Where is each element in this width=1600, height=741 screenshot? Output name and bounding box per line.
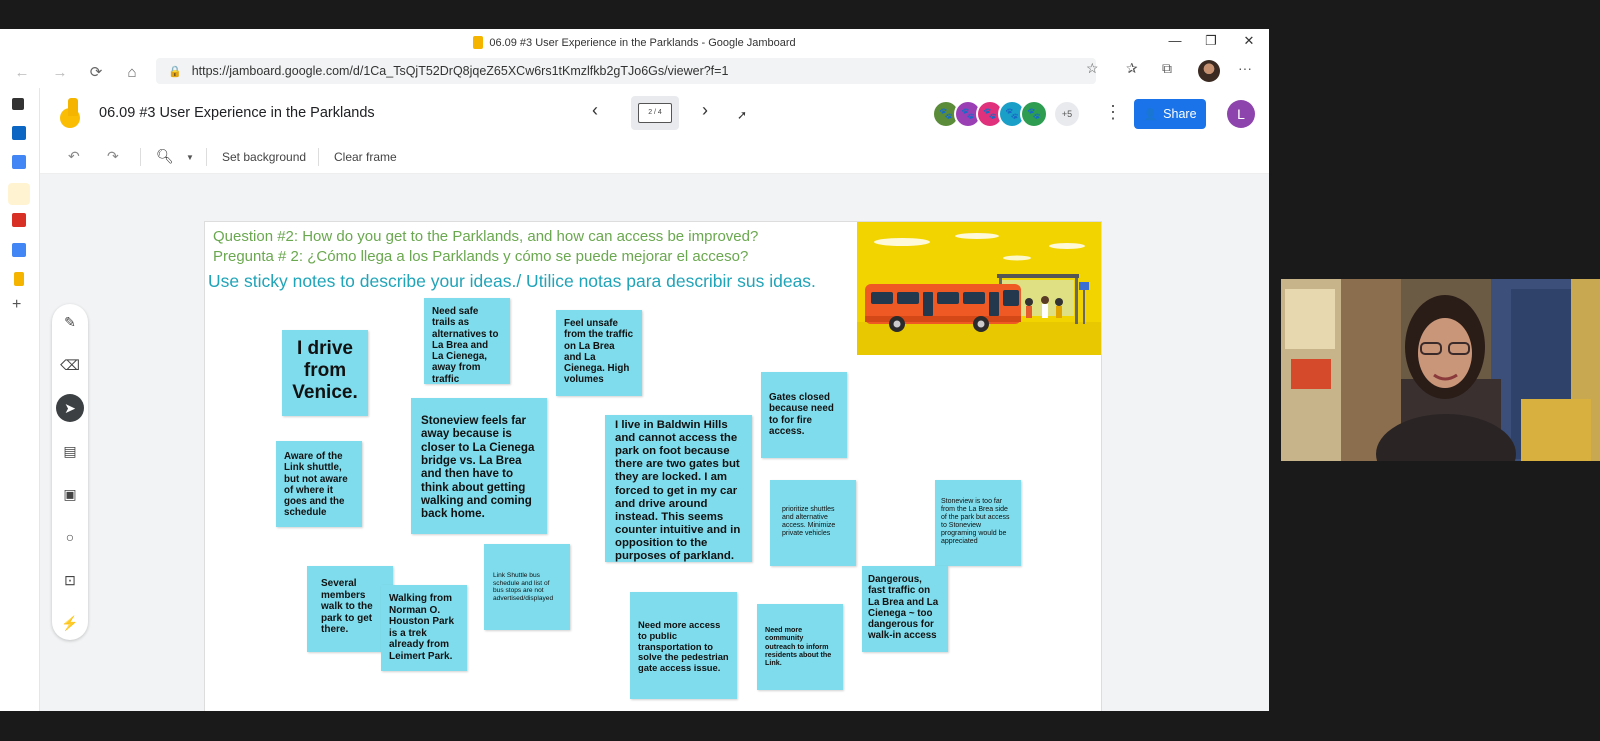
- sidebar-item-docs2-icon[interactable]: [12, 243, 26, 257]
- instruction-text: Use sticky notes to describe your ideas.…: [208, 271, 816, 291]
- frame-indicator: 2 / 4: [638, 103, 672, 123]
- more-collaborators-badge[interactable]: +5: [1055, 102, 1079, 126]
- image-tool-icon[interactable]: ▣: [56, 480, 84, 508]
- sidebar-item-outlook-icon[interactable]: [12, 126, 26, 140]
- shape-circle-tool-icon[interactable]: ○: [56, 523, 84, 551]
- back-button[interactable]: ←: [4, 64, 40, 81]
- sidebar-app-strip: +: [0, 88, 40, 711]
- settings-more-icon[interactable]: ···: [1238, 60, 1252, 76]
- reload-button[interactable]: ⟳: [78, 63, 114, 81]
- pen-tool-icon[interactable]: ✎: [56, 308, 84, 336]
- collections-icon[interactable]: ⧉: [1162, 60, 1172, 77]
- minimize-button[interactable]: —: [1160, 33, 1190, 48]
- sidebar-item-jamboard-icon[interactable]: [8, 183, 30, 205]
- favorite-star-icon[interactable]: ☆: [1086, 60, 1099, 77]
- user-avatar[interactable]: L: [1227, 100, 1255, 128]
- bus-stop-illustration: [857, 222, 1101, 355]
- share-button-label: Share: [1163, 107, 1197, 121]
- sticky-note[interactable]: I live in Baldwin Hills and cannot acces…: [605, 415, 752, 562]
- address-bar-row: ← → ⟳ ⌂ 🔒 https://jamboard.google.com/d/…: [0, 56, 1269, 88]
- sidebar-add-icon[interactable]: +: [12, 296, 21, 314]
- sidebar-item-docs-icon[interactable]: [12, 155, 26, 169]
- question-spanish: Pregunta # 2: ¿Cómo llega a los Parkland…: [213, 248, 749, 265]
- sticky-note[interactable]: Need more community outreach to inform r…: [757, 604, 843, 690]
- share-button[interactable]: 👤 Share: [1134, 99, 1206, 129]
- close-window-button[interactable]: ✕: [1234, 33, 1264, 49]
- question-english: Question #2: How do you get to the Parkl…: [213, 228, 759, 245]
- previous-frame-chevron-left-icon[interactable]: ‹: [592, 100, 598, 121]
- text-box-tool-icon[interactable]: ⊡: [56, 566, 84, 594]
- laser-tool-icon[interactable]: ⚡: [56, 609, 84, 637]
- browser-profile-avatar[interactable]: [1198, 60, 1220, 82]
- participant-video-tile: [1281, 279, 1600, 461]
- jamboard-favicon-icon: [473, 36, 484, 49]
- sticky-note[interactable]: I drive from Venice.: [282, 330, 368, 416]
- home-button[interactable]: ⌂: [114, 64, 150, 81]
- set-background-button[interactable]: Set background: [222, 150, 306, 164]
- jamboard-toolbar: ↶ ↷ 🔍︎ ▼ Set background Clear frame: [40, 140, 1269, 174]
- toolbar-divider: [140, 148, 141, 166]
- sidebar-item-news-icon[interactable]: [12, 98, 24, 110]
- jamboard-logo-icon[interactable]: [60, 98, 80, 128]
- sticky-note-tool-icon[interactable]: ▤: [56, 437, 84, 465]
- sticky-note[interactable]: Gates closed because need to for fire ac…: [761, 372, 847, 458]
- canvas-area: ✎ ⌫ ➤ ▤ ▣ ○ ⊡ ⚡ Question #2: How do you …: [40, 174, 1269, 711]
- url-field[interactable]: 🔒 https://jamboard.google.com/d/1Ca_TsQj…: [156, 58, 1096, 84]
- person-add-icon: 👤: [1143, 108, 1158, 121]
- undo-icon[interactable]: ↶: [68, 148, 80, 165]
- sticky-note[interactable]: Link Shuttle bus schedule and list of bu…: [484, 544, 570, 630]
- url-text: https://jamboard.google.com/d/1Ca_TsQjT5…: [191, 64, 729, 78]
- sidebar-item-jamboard2-icon[interactable]: [14, 272, 24, 286]
- collaborator-avatar[interactable]: 🐾: [1020, 100, 1048, 128]
- favorites-icon[interactable]: ✰: [1126, 60, 1138, 77]
- window-title: 06.09 #3 User Experience in the Parkland…: [489, 36, 796, 49]
- zoom-dropdown-chevron-down-icon[interactable]: ▼: [186, 153, 194, 162]
- zoom-magnifier-icon[interactable]: 🔍︎: [156, 148, 174, 165]
- jam-title[interactable]: 06.09 #3 User Experience in the Parkland…: [99, 105, 375, 121]
- next-frame-chevron-right-icon[interactable]: ›: [702, 100, 708, 121]
- screen: 06.09 #3 User Experience in the Parkland…: [0, 0, 1600, 741]
- sticky-note[interactable]: Stoneview feels far away because is clos…: [411, 398, 547, 534]
- mouse-cursor-icon: ➚: [737, 108, 748, 122]
- tool-rail: ✎ ⌫ ➤ ▤ ▣ ○ ⊡ ⚡: [52, 304, 88, 640]
- clear-frame-button[interactable]: Clear frame: [334, 150, 397, 164]
- browser-window: 06.09 #3 User Experience in the Parkland…: [0, 29, 1269, 711]
- frame-bar-button[interactable]: 2 / 4: [631, 96, 679, 130]
- select-tool-cursor-icon[interactable]: ➤: [56, 394, 84, 422]
- sticky-note[interactable]: Feel unsafe from the traffic on La Brea …: [556, 310, 642, 396]
- lock-icon: 🔒: [168, 65, 182, 78]
- browser-titlebar: 06.09 #3 User Experience in the Parkland…: [0, 29, 1269, 56]
- sticky-note[interactable]: Dangerous, fast traffic on La Brea and L…: [862, 566, 948, 652]
- sticky-note[interactable]: Need safe trails as alternatives to La B…: [424, 298, 510, 384]
- jamboard-header: 06.09 #3 User Experience in the Parkland…: [40, 88, 1269, 140]
- sidebar-item-pdf-icon[interactable]: [12, 213, 26, 227]
- sticky-note[interactable]: Need more access to public transportatio…: [630, 592, 737, 699]
- restore-button[interactable]: ❐: [1196, 33, 1226, 49]
- sticky-note[interactable]: Stoneview is too far from the La Brea si…: [935, 480, 1021, 566]
- toolbar-divider: [318, 148, 319, 166]
- sticky-note[interactable]: Walking from Norman O. Houston Park is a…: [381, 585, 467, 671]
- more-options-kebab-icon[interactable]: ⋮: [1104, 102, 1122, 123]
- sticky-note[interactable]: Aware of the Link shuttle, but not aware…: [276, 441, 362, 527]
- forward-button[interactable]: →: [42, 64, 78, 81]
- eraser-tool-icon[interactable]: ⌫: [56, 351, 84, 379]
- toolbar-divider: [206, 148, 207, 166]
- jam-frame[interactable]: Question #2: How do you get to the Parkl…: [204, 221, 1102, 711]
- redo-icon[interactable]: ↷: [107, 148, 119, 165]
- sticky-note[interactable]: prioritize shuttles and alternative acce…: [770, 480, 856, 566]
